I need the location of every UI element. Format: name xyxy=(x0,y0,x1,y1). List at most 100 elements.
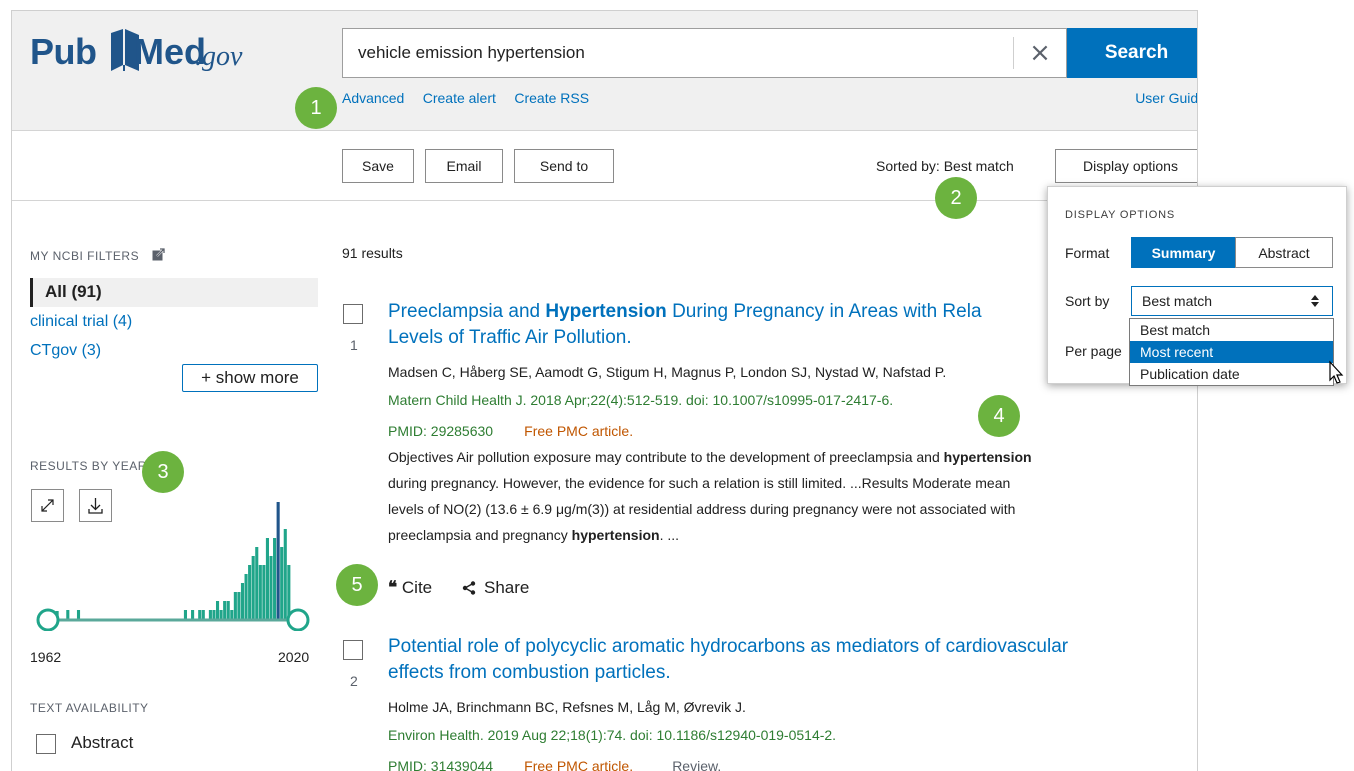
save-button[interactable]: Save xyxy=(342,149,414,183)
histogram-bar[interactable] xyxy=(219,610,223,619)
histogram-bar[interactable] xyxy=(287,565,291,619)
histogram-bar[interactable] xyxy=(258,565,262,619)
format-label: Format xyxy=(1065,245,1110,261)
search-button[interactable]: Search xyxy=(1067,28,1197,78)
result-2-free-pmc: Free PMC article. xyxy=(524,758,634,771)
format-summary-button[interactable]: Summary xyxy=(1131,237,1236,268)
histogram-bar[interactable] xyxy=(198,610,202,619)
sort-by-label: Sort by xyxy=(1065,293,1110,309)
mouse-cursor-icon xyxy=(1329,360,1344,384)
histogram-bar[interactable] xyxy=(183,610,188,619)
results-by-year-histogram[interactable] xyxy=(22,491,322,631)
clear-search-button[interactable]: × xyxy=(1013,37,1066,69)
search-box: × xyxy=(342,28,1067,78)
histogram-bar[interactable] xyxy=(230,610,234,619)
results-by-year-heading: RESULTS BY YEAR xyxy=(30,459,147,473)
histogram-bar[interactable] xyxy=(76,610,81,619)
per-page-label: Per page xyxy=(1065,343,1122,359)
histogram-bar[interactable] xyxy=(212,610,216,619)
result-2-journal: Environ Health. 2019 Aug 22;18(1):74. do… xyxy=(388,727,837,743)
annotation-badge-3: 3 xyxy=(142,451,184,493)
histogram-bar[interactable] xyxy=(283,529,287,619)
year-start-label: 1962 xyxy=(30,649,62,665)
text-availability-heading: TEXT AVAILABILITY xyxy=(30,701,149,715)
histogram-bar[interactable] xyxy=(262,565,266,619)
histogram-bar[interactable] xyxy=(223,601,227,619)
my-ncbi-filters-heading: MY NCBI FILTERS xyxy=(30,245,166,264)
display-options-button[interactable]: Display options xyxy=(1055,149,1197,183)
histogram-bar[interactable] xyxy=(240,583,245,619)
histogram-bar[interactable] xyxy=(269,556,273,619)
close-icon: × xyxy=(1029,38,1051,68)
annotation-badge-4: 4 xyxy=(978,395,1020,437)
create-alert-link[interactable]: Create alert xyxy=(423,90,496,106)
histogram-bar[interactable] xyxy=(244,574,248,619)
logo-gov: .gov xyxy=(195,41,243,72)
display-options-heading: DISPLAY OPTIONS xyxy=(1065,209,1176,221)
search-input[interactable] xyxy=(343,29,1013,77)
histogram-bar[interactable] xyxy=(233,592,237,619)
select-arrows-icon xyxy=(1311,295,1319,307)
result-1-free-pmc: Free PMC article. xyxy=(524,423,634,439)
result-2-pmid: PMID: 31439044 xyxy=(388,758,494,771)
result-1-journal: Matern Child Health J. 2018 Apr;22(4):51… xyxy=(388,392,894,408)
show-more-button[interactable]: + show more xyxy=(182,364,318,392)
filter-ctgov[interactable]: CTgov (3) xyxy=(30,342,101,360)
histogram-bar[interactable] xyxy=(265,538,269,619)
annotation-badge-1: 1 xyxy=(295,87,337,129)
result-2-authors: Holme JA, Brinchmann BC, Refsnes M, Låg … xyxy=(388,699,746,715)
result-1-checkbox[interactable] xyxy=(343,304,363,324)
format-abstract-button[interactable]: Abstract xyxy=(1235,237,1333,268)
year-end-label: 2020 xyxy=(278,649,310,665)
advanced-link[interactable]: Advanced xyxy=(342,90,404,106)
sort-option-publication-date[interactable]: Publication date xyxy=(1130,363,1333,385)
histogram-bar[interactable] xyxy=(208,610,212,619)
result-2-type: Review. xyxy=(672,758,722,771)
histogram-bar[interactable] xyxy=(255,547,259,619)
share-icon xyxy=(462,581,476,595)
create-rss-link[interactable]: Create RSS xyxy=(514,90,589,106)
result-2-checkbox[interactable] xyxy=(343,640,363,660)
histogram-bar[interactable] xyxy=(191,610,195,619)
sort-by-select[interactable]: Best match xyxy=(1131,286,1333,316)
result-2-meta: PMID: 31439044 Free PMC article. Review. xyxy=(388,756,721,771)
histogram-bar[interactable] xyxy=(66,610,70,619)
range-start-handle[interactable] xyxy=(36,608,60,631)
histogram-bar[interactable] xyxy=(215,601,220,619)
histogram-bar[interactable] xyxy=(226,601,230,619)
range-end-handle[interactable] xyxy=(286,608,310,631)
abstract-filter-label: Abstract xyxy=(71,733,134,752)
histogram-bar[interactable] xyxy=(273,538,277,619)
share-button[interactable]: Share xyxy=(462,578,529,598)
result-1-meta: PMID: 29285630 Free PMC article. xyxy=(388,421,633,440)
email-button[interactable]: Email xyxy=(425,149,503,183)
abstract-checkbox[interactable] xyxy=(36,734,56,754)
results-toolbar: Save Email Send to Sorted by: Best match… xyxy=(12,131,1197,201)
cite-button[interactable]: ❝ Cite xyxy=(388,578,432,598)
result-1-authors: Madsen C, Håberg SE, Aamodt G, Stigum H,… xyxy=(388,364,947,380)
histogram-bar[interactable] xyxy=(251,556,255,619)
result-number: 1 xyxy=(350,337,358,353)
annotation-badge-5: 5 xyxy=(336,564,378,606)
histogram-bar[interactable] xyxy=(201,610,205,619)
histogram-bar[interactable] xyxy=(237,592,241,619)
external-link-icon[interactable] xyxy=(152,247,166,261)
filter-all[interactable]: All (91) xyxy=(30,278,318,307)
sort-option-best-match[interactable]: Best match xyxy=(1130,319,1333,341)
result-1-pmid: PMID: 29285630 xyxy=(388,423,494,439)
display-options-popup: DISPLAY OPTIONS Format Summary Abstract … xyxy=(1047,186,1347,386)
user-guide-link[interactable]: User Guide xyxy=(1135,90,1197,106)
filter-clinical-trial[interactable]: clinical trial (4) xyxy=(30,313,132,331)
header-links: Advanced Create alert Create RSS xyxy=(342,90,603,107)
annotation-badge-2: 2 xyxy=(935,177,977,219)
logo-pub: Pub xyxy=(30,31,97,72)
sort-option-most-recent[interactable]: Most recent xyxy=(1130,341,1333,363)
result-number: 2 xyxy=(350,673,358,689)
histogram-bar[interactable] xyxy=(248,565,252,619)
sort-by-dropdown: Best match Most recent Publication date xyxy=(1129,318,1334,386)
send-to-button[interactable]: Send to xyxy=(514,149,614,183)
result-2-title[interactable]: Potential role of polycyclic aromatic hy… xyxy=(388,634,1188,686)
histogram-bar[interactable] xyxy=(276,502,280,619)
result-1-snippet: Objectives Air pollution exposure may co… xyxy=(388,449,1032,543)
histogram-bar[interactable] xyxy=(280,547,284,619)
